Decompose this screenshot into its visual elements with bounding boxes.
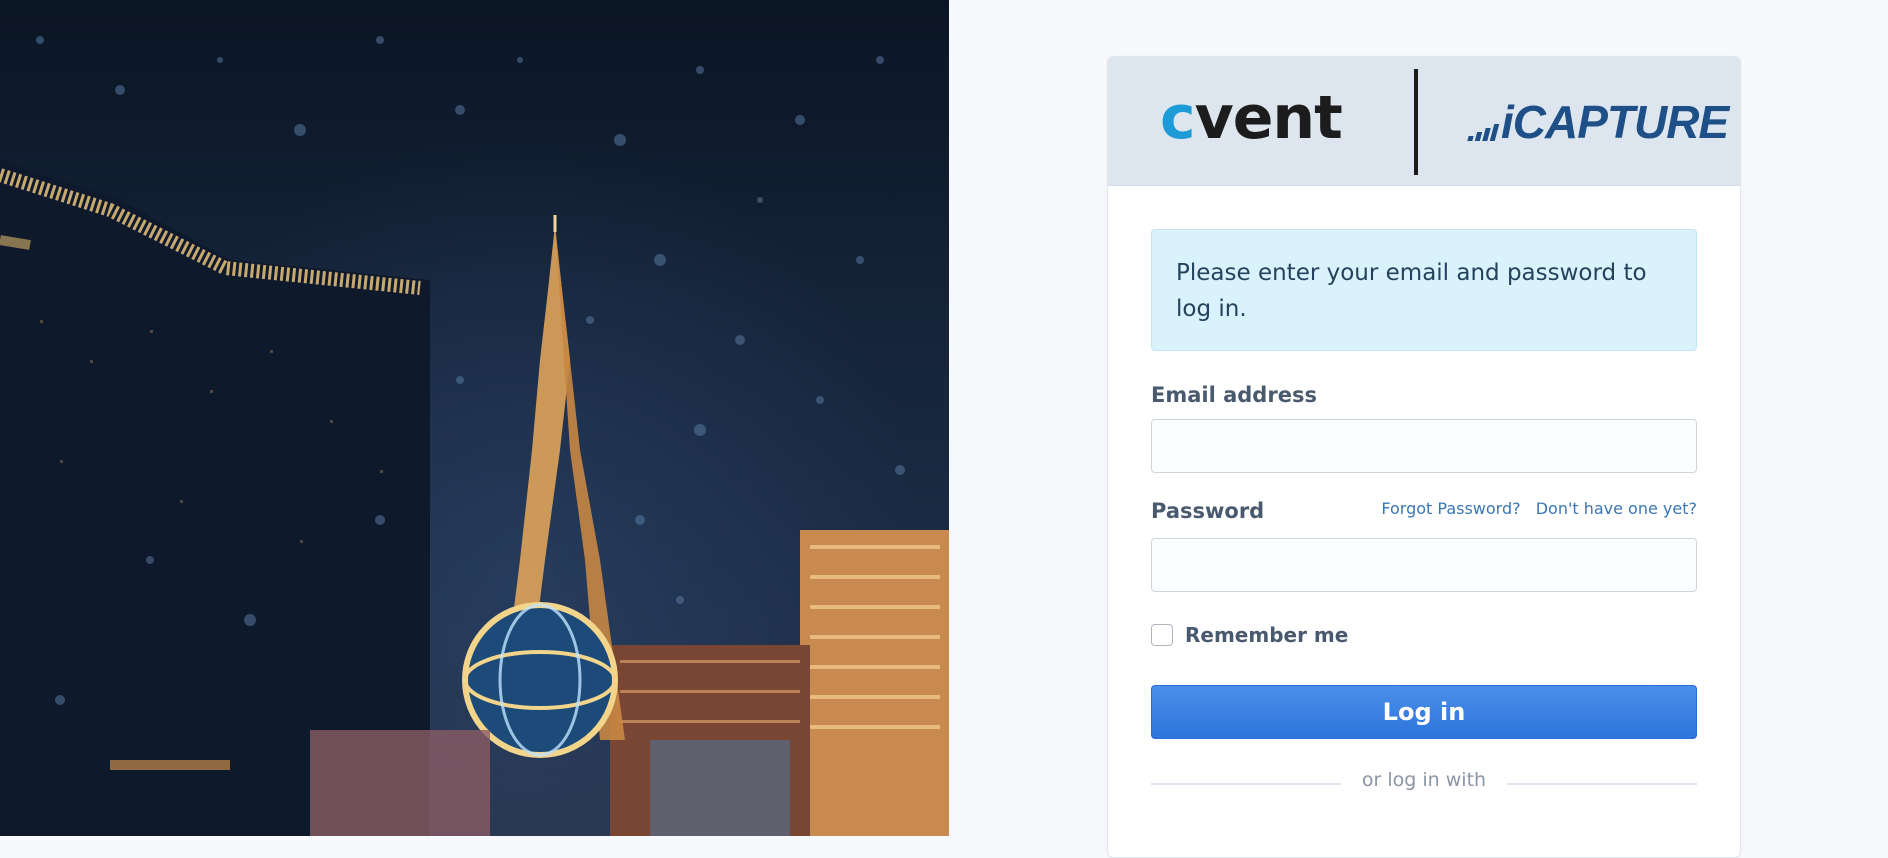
login-card: c vent iCAPTURE Please enter your email a… — [1107, 56, 1741, 858]
cvent-logo-text: vent — [1194, 83, 1343, 153]
password-label: Password — [1151, 499, 1265, 523]
email-label: Email address — [1151, 383, 1317, 407]
forgot-password-link[interactable]: Forgot Password? — [1381, 499, 1520, 518]
alt-login-text: or log in with — [1361, 769, 1487, 791]
icapture-logo: iCAPTURE — [1467, 96, 1729, 148]
info-alert: Please enter your email and password to … — [1151, 229, 1697, 351]
remember-me-checkbox[interactable] — [1151, 624, 1173, 646]
password-links: Forgot Password? Don't have one yet? — [1371, 499, 1697, 518]
create-account-link[interactable]: Don't have one yet? — [1536, 499, 1697, 518]
login-panel: c vent iCAPTURE Please enter your email a… — [949, 0, 1888, 858]
icapture-logo-text: iCAPTURE — [1501, 96, 1729, 148]
password-field[interactable] — [1151, 538, 1697, 592]
divider-line-right — [1507, 783, 1697, 785]
background-photo-las-vegas — [0, 0, 949, 836]
remember-me-row: Remember me — [1151, 620, 1697, 650]
alt-login-divider: or log in with — [1151, 768, 1697, 798]
cvent-logo: c vent — [1160, 83, 1343, 153]
photo-illustration — [0, 36, 949, 836]
login-form: Please enter your email and password to … — [1151, 229, 1697, 798]
remember-me-label[interactable]: Remember me — [1185, 623, 1348, 647]
email-field[interactable] — [1151, 419, 1697, 473]
login-button[interactable]: Log in — [1151, 685, 1697, 739]
brand-header: c vent iCAPTURE — [1108, 57, 1740, 186]
icapture-bars-icon — [1467, 124, 1500, 141]
logo-divider — [1414, 69, 1418, 175]
password-label-row: Password Forgot Password? Don't have one… — [1151, 499, 1697, 529]
cvent-logo-c: c — [1160, 83, 1196, 153]
